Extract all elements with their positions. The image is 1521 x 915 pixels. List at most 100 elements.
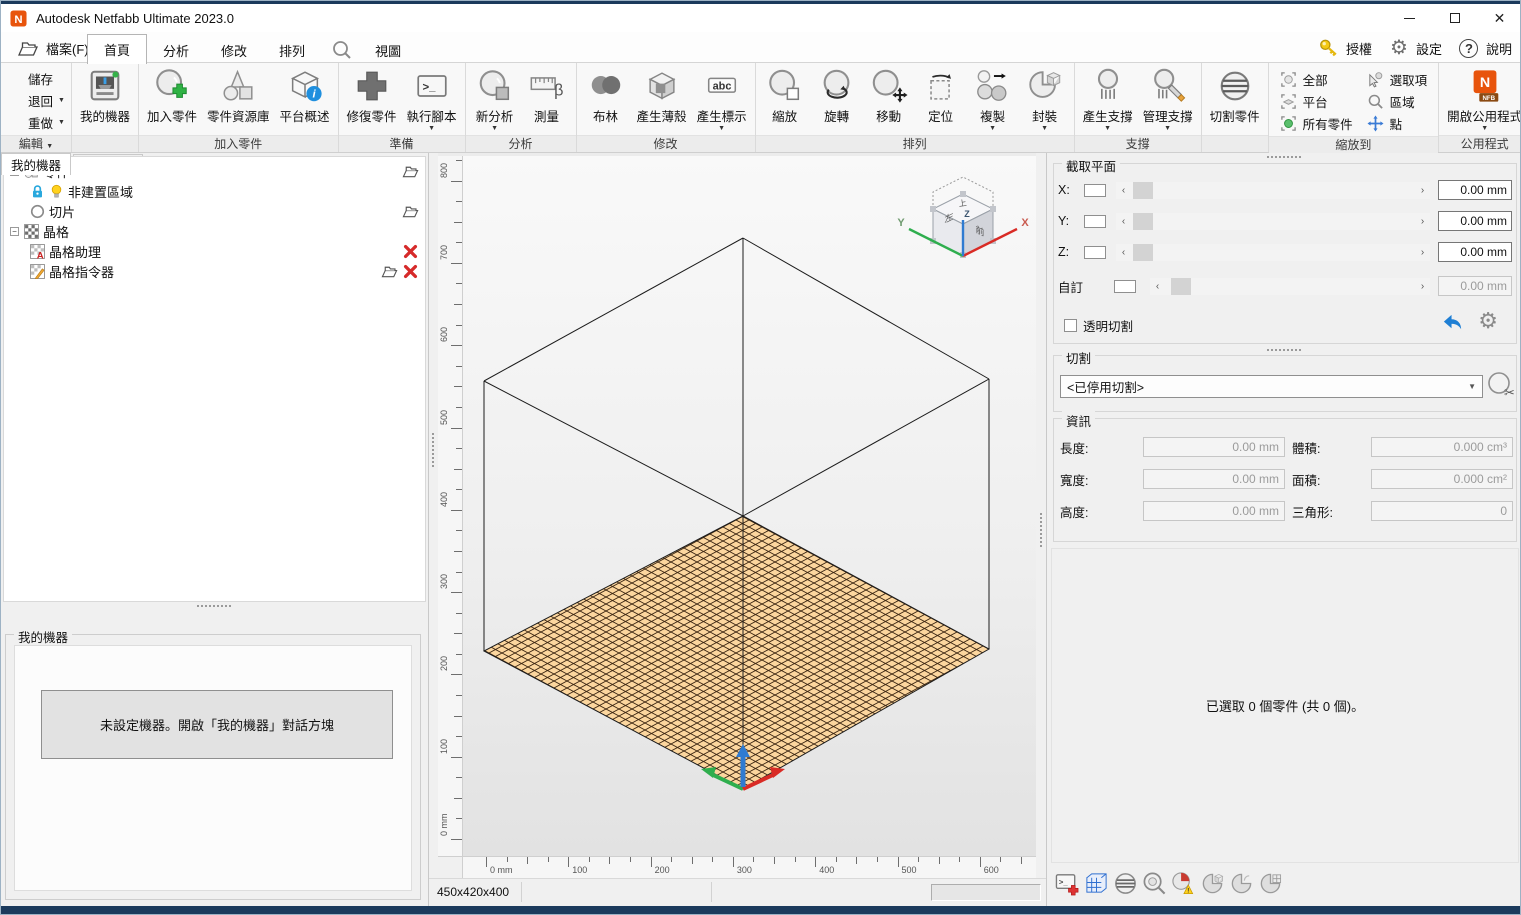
platform-overview-button[interactable]: i平台概述 [275,66,335,134]
tab-modify[interactable]: 修改 [205,36,263,64]
scale-button[interactable]: 縮放 [759,66,811,134]
clip-axis-slider[interactable]: ‹› [1116,244,1430,261]
clip-axis-slider[interactable]: ‹› [1116,182,1430,199]
transparent-cut-checkbox[interactable] [1064,319,1077,332]
create-support-button[interactable]: 產生支撐▼ [1078,66,1138,134]
clip-axis-value[interactable]: 0.00 mm [1438,242,1512,262]
slider-thumb[interactable] [1133,244,1153,261]
pacman-button[interactable] [1229,871,1254,896]
my-machines-button[interactable]: 我的機器 [75,66,135,134]
pacman-grid-button[interactable] [1258,871,1283,896]
slider-right-arrow[interactable]: › [1415,182,1430,199]
tree-item-4[interactable]: A晶格助理 [4,241,425,261]
folder-open-icon[interactable] [402,164,419,179]
save-button[interactable]: 儲存 [7,69,65,88]
sphere-magnifier-button[interactable] [1142,871,1167,896]
slider-left-arrow[interactable]: ‹ [1116,213,1131,230]
slider-thumb[interactable] [1133,213,1153,230]
close-button[interactable]: ✕ [1477,4,1521,32]
duplicate-button[interactable]: 複製▼ [967,66,1019,134]
cut-parts-button[interactable]: 切割零件 [1205,66,1265,134]
reset-clipping-button[interactable] [1441,312,1464,335]
slider-left-arrow[interactable]: ‹ [1116,182,1131,199]
help-button[interactable]: ?說明 [1458,37,1512,59]
clip-axis-checkbox[interactable] [1084,215,1106,228]
measure-button[interactable]: β測量 [521,66,573,134]
move-button[interactable]: 移動 [863,66,915,134]
key-button[interactable]: 授權 [1318,37,1372,59]
orient-button[interactable]: 定位 [915,66,967,134]
zoom-platform-item[interactable]: 平台 [1280,90,1353,112]
part-library-button[interactable]: 零件資源庫 [202,66,275,134]
slider-left-arrow[interactable]: ‹ [1150,278,1165,295]
rotate-button[interactable]: 旋轉 [811,66,863,134]
slider-right-arrow[interactable]: › [1415,278,1430,295]
shell-button[interactable]: 產生薄殼 [632,66,692,134]
slider-right-arrow[interactable]: › [1415,213,1430,230]
panel-splitter[interactable] [1267,156,1301,158]
zoom-region-item[interactable]: 區域 [1367,90,1428,112]
tab-analysis[interactable]: 分析 [147,36,205,64]
right-splitter[interactable] [1036,153,1046,878]
delete-icon[interactable] [402,244,419,259]
analysis-warning-button[interactable]: ! [1171,871,1196,896]
tree-item-2[interactable]: 切片 [4,201,425,221]
clip-axis-checkbox[interactable] [1084,246,1106,259]
slices-button[interactable] [1113,871,1138,896]
redo-button[interactable]: 重做 ▼ [7,113,65,132]
clip-axis-value[interactable]: 0.00 mm [1438,180,1512,200]
delete-icon[interactable] [402,264,419,279]
execute-cut-button[interactable]: ✂ [1486,371,1514,399]
folder-open-icon[interactable] [402,204,419,219]
pacman-cube-button[interactable] [1200,871,1225,896]
minimize-button[interactable] [1387,4,1432,32]
viewport-3d[interactable]: Y X 上 Z 左 前 [463,156,1036,856]
zoom-selection-item[interactable]: 選取項 [1367,68,1428,90]
title-bar[interactable]: N Autodesk Netfabb Ultimate 2023.0 ✕ [1,4,1521,32]
clipping-settings-gear-icon[interactable]: ⚙ [1478,310,1498,332]
script-button[interactable]: >_執行腳本▼ [402,66,462,134]
clip-axis-slider[interactable]: ‹› [1116,213,1430,230]
left-splitter[interactable] [429,153,438,878]
zoom-all-item[interactable]: 全部 [1280,68,1353,90]
add-part-button[interactable]: 加入零件 [142,66,202,134]
maximize-button[interactable] [1432,4,1477,32]
clip-axis-checkbox[interactable] [1084,184,1106,197]
manage-support-button[interactable]: 管理支撐▼ [1138,66,1198,134]
slider-right-arrow[interactable]: › [1415,244,1430,261]
blue-lattice-button[interactable] [1084,871,1109,896]
ribbon-group-label-edit[interactable]: 編輯 ▼ [1,135,71,152]
open-utility-button[interactable]: NNFB開啟公用程式▼ [1442,66,1521,134]
zoom-point-item[interactable]: 點 [1367,112,1428,134]
no-machine-message-button[interactable]: 未設定機器。開啟「我的機器」對話方塊 [41,690,393,759]
tab-arrange[interactable]: 排列 [263,36,321,64]
pack-button[interactable]: 封裝▼ [1019,66,1071,134]
console-add-button[interactable]: >_ [1055,871,1080,896]
tree-expander-icon[interactable]: − [10,227,19,236]
slider-thumb[interactable] [1171,278,1191,295]
panel-splitter[interactable] [1267,349,1301,351]
boolean-button[interactable]: 布林 [580,66,632,134]
file-menu-button[interactable]: 檔案(F) [7,35,99,61]
clip-axis-value[interactable]: 0.00 mm [1438,211,1512,231]
tab-home[interactable]: 首頁 [87,34,147,64]
search-icon[interactable] [331,39,353,61]
cut-mode-dropdown[interactable]: <已停用切割> ▼ [1060,375,1483,398]
new-analysis-button[interactable]: 新分析▼ [469,66,521,134]
slider-thumb[interactable] [1133,182,1153,199]
clip-custom-slider[interactable]: ‹› [1150,278,1430,295]
undo-button[interactable]: 退回 ▼ [7,91,65,110]
tab-view[interactable]: 視圖 [359,36,417,64]
folder-open-icon[interactable] [381,264,398,279]
horizontal-splitter[interactable] [197,605,231,607]
repair-button[interactable]: 修復零件 [342,66,402,134]
gear-button[interactable]: ⚙設定 [1388,37,1442,59]
tree-item-5[interactable]: 晶格指令器 [4,261,425,281]
slider-left-arrow[interactable]: ‹ [1116,244,1131,261]
clip-custom-checkbox[interactable] [1114,280,1136,293]
label-abc-button[interactable]: abc產生標示▼ [692,66,752,134]
tree-item-1[interactable]: 非建置區域 [4,181,425,201]
tab-my-machines[interactable]: 我的機器 [1,153,71,175]
tree-item-3[interactable]: −晶格 [4,221,425,241]
zoom-parts-item[interactable]: 所有零件 [1280,112,1353,134]
